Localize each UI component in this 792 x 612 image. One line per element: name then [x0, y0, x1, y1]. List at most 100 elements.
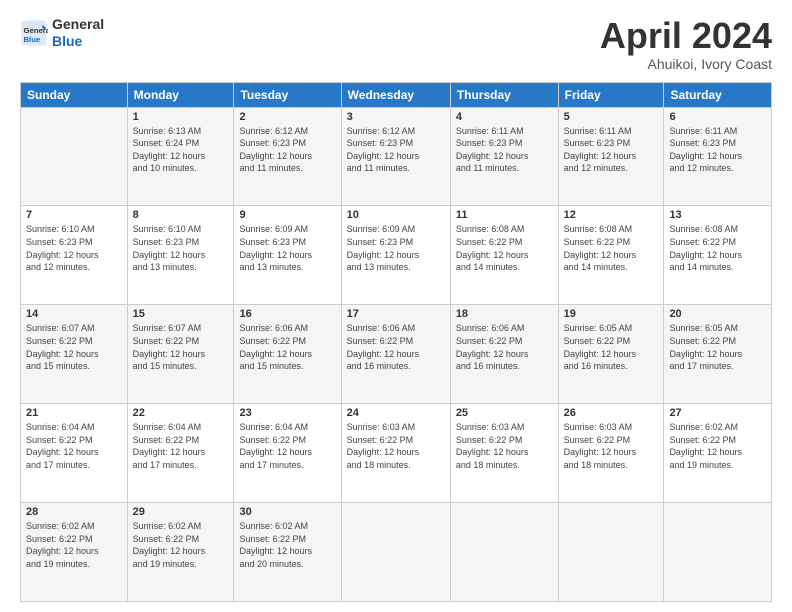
- calendar-cell: 16 Sunrise: 6:06 AMSunset: 6:22 PMDayligh…: [234, 305, 341, 404]
- day-info: Sunrise: 6:12 AMSunset: 6:23 PMDaylight:…: [347, 125, 445, 175]
- day-number: 12: [564, 209, 659, 221]
- day-info: Sunrise: 6:03 AMSunset: 6:22 PMDaylight:…: [564, 421, 659, 471]
- calendar-cell: 7Sunrise: 6:10 AMSunset: 6:23 PMDaylight…: [21, 206, 128, 305]
- weekday-header-cell: Tuesday: [234, 82, 341, 107]
- day-info: Sunrise: 6:04 AMSunset: 6:22 PMDaylight:…: [133, 421, 229, 471]
- weekday-header-cell: Saturday: [664, 82, 772, 107]
- day-number: 21: [26, 407, 122, 419]
- day-info: Sunrise: 6:13 AMSunset: 6:24 PMDaylight:…: [133, 125, 229, 175]
- logo: General Blue General Blue: [20, 16, 104, 50]
- day-number: 30: [239, 506, 335, 518]
- calendar-cell: 28Sunrise: 6:02 AMSunset: 6:22 PMDayligh…: [21, 503, 128, 602]
- day-number: 14: [26, 308, 122, 320]
- day-info: Sunrise: 6:03 AMSunset: 6:22 PMDaylight:…: [456, 421, 553, 471]
- calendar-cell: 23 Sunrise: 6:04 AMSunset: 6:22 PMDayligh…: [234, 404, 341, 503]
- day-info: Sunrise: 6:07 AMSunset: 6:22 PMDaylight:…: [133, 322, 229, 372]
- calendar-cell: 4Sunrise: 6:11 AMSunset: 6:23 PMDaylight…: [450, 107, 558, 206]
- calendar-cell: 6 Sunrise: 6:11 AMSunset: 6:23 PMDaylight…: [664, 107, 772, 206]
- calendar-week-row: 7Sunrise: 6:10 AMSunset: 6:23 PMDaylight…: [21, 206, 772, 305]
- calendar-body: 1 Sunrise: 6:13 AMSunset: 6:24 PMDaylight…: [21, 107, 772, 601]
- day-info: Sunrise: 6:04 AMSunset: 6:22 PMDaylight:…: [26, 421, 122, 471]
- calendar-cell: 20Sunrise: 6:05 AMSunset: 6:22 PMDayligh…: [664, 305, 772, 404]
- calendar-cell: 26 Sunrise: 6:03 AMSunset: 6:22 PMDayligh…: [558, 404, 664, 503]
- logo-general: General: [52, 16, 104, 33]
- day-number: 1: [133, 111, 229, 123]
- day-info: Sunrise: 6:02 AMSunset: 6:22 PMDaylight:…: [26, 520, 122, 570]
- day-info: Sunrise: 6:06 AMSunset: 6:22 PMDaylight:…: [239, 322, 335, 372]
- calendar-cell: [341, 503, 450, 602]
- calendar-table: SundayMondayTuesdayWednesdayThursdayFrid…: [20, 82, 772, 602]
- calendar-cell: [558, 503, 664, 602]
- day-number: 29: [133, 506, 229, 518]
- calendar-cell: 3Sunrise: 6:12 AMSunset: 6:23 PMDaylight…: [341, 107, 450, 206]
- logo-icon: General Blue: [20, 19, 48, 47]
- main-title: April 2024: [600, 16, 772, 56]
- day-number: 18: [456, 308, 553, 320]
- day-number: 19: [564, 308, 659, 320]
- calendar-week-row: 28Sunrise: 6:02 AMSunset: 6:22 PMDayligh…: [21, 503, 772, 602]
- calendar-cell: 14 Sunrise: 6:07 AMSunset: 6:22 PMDayligh…: [21, 305, 128, 404]
- day-number: 8: [133, 209, 229, 221]
- calendar-cell: 24Sunrise: 6:03 AMSunset: 6:22 PMDayligh…: [341, 404, 450, 503]
- calendar-cell: 25 Sunrise: 6:03 AMSunset: 6:22 PMDayligh…: [450, 404, 558, 503]
- day-info: Sunrise: 6:12 AMSunset: 6:23 PMDaylight:…: [239, 125, 335, 175]
- calendar-week-row: 1 Sunrise: 6:13 AMSunset: 6:24 PMDaylight…: [21, 107, 772, 206]
- day-info: Sunrise: 6:04 AMSunset: 6:22 PMDaylight:…: [239, 421, 335, 471]
- calendar-cell: 22 Sunrise: 6:04 AMSunset: 6:22 PMDayligh…: [127, 404, 234, 503]
- day-number: 22: [133, 407, 229, 419]
- calendar-cell: 2 Sunrise: 6:12 AMSunset: 6:23 PMDaylight…: [234, 107, 341, 206]
- day-number: 10: [347, 209, 445, 221]
- day-info: Sunrise: 6:02 AMSunset: 6:22 PMDaylight:…: [239, 520, 335, 570]
- calendar-cell: [21, 107, 128, 206]
- subtitle: Ahuikoi, Ivory Coast: [600, 56, 772, 72]
- day-number: 4: [456, 111, 553, 123]
- day-number: 17: [347, 308, 445, 320]
- day-number: 23: [239, 407, 335, 419]
- calendar-cell: 19 Sunrise: 6:05 AMSunset: 6:22 PMDayligh…: [558, 305, 664, 404]
- day-info: Sunrise: 6:11 AMSunset: 6:23 PMDaylight:…: [564, 125, 659, 175]
- day-number: 25: [456, 407, 553, 419]
- calendar-cell: 15 Sunrise: 6:07 AMSunset: 6:22 PMDayligh…: [127, 305, 234, 404]
- weekday-header-cell: Monday: [127, 82, 234, 107]
- day-number: 27: [669, 407, 766, 419]
- day-info: Sunrise: 6:08 AMSunset: 6:22 PMDaylight:…: [669, 223, 766, 273]
- calendar-week-row: 14 Sunrise: 6:07 AMSunset: 6:22 PMDayligh…: [21, 305, 772, 404]
- calendar-cell: 5Sunrise: 6:11 AMSunset: 6:23 PMDaylight…: [558, 107, 664, 206]
- day-number: 7: [26, 209, 122, 221]
- day-number: 2: [239, 111, 335, 123]
- logo-blue: Blue: [52, 33, 104, 50]
- page: General Blue General Blue April 2024 Ahu…: [0, 0, 792, 612]
- day-info: Sunrise: 6:02 AMSunset: 6:22 PMDaylight:…: [133, 520, 229, 570]
- calendar-cell: 18 Sunrise: 6:06 AMSunset: 6:22 PMDayligh…: [450, 305, 558, 404]
- day-number: 26: [564, 407, 659, 419]
- day-info: Sunrise: 6:11 AMSunset: 6:23 PMDaylight:…: [669, 125, 766, 175]
- weekday-header-cell: Wednesday: [341, 82, 450, 107]
- weekday-header-cell: Thursday: [450, 82, 558, 107]
- day-number: 9: [239, 209, 335, 221]
- day-info: Sunrise: 6:07 AMSunset: 6:22 PMDaylight:…: [26, 322, 122, 372]
- calendar-cell: 29 Sunrise: 6:02 AMSunset: 6:22 PMDayligh…: [127, 503, 234, 602]
- day-number: 6: [669, 111, 766, 123]
- calendar-cell: 9Sunrise: 6:09 AMSunset: 6:23 PMDaylight…: [234, 206, 341, 305]
- day-number: 20: [669, 308, 766, 320]
- weekday-header-cell: Friday: [558, 82, 664, 107]
- day-info: Sunrise: 6:06 AMSunset: 6:22 PMDaylight:…: [456, 322, 553, 372]
- calendar-cell: 11Sunrise: 6:08 AMSunset: 6:22 PMDayligh…: [450, 206, 558, 305]
- day-info: Sunrise: 6:08 AMSunset: 6:22 PMDaylight:…: [456, 223, 553, 273]
- calendar-week-row: 21 Sunrise: 6:04 AMSunset: 6:22 PMDayligh…: [21, 404, 772, 503]
- calendar-cell: 8Sunrise: 6:10 AMSunset: 6:23 PMDaylight…: [127, 206, 234, 305]
- day-number: 13: [669, 209, 766, 221]
- calendar-cell: 12 Sunrise: 6:08 AMSunset: 6:22 PMDayligh…: [558, 206, 664, 305]
- day-info: Sunrise: 6:09 AMSunset: 6:23 PMDaylight:…: [347, 223, 445, 273]
- day-number: 15: [133, 308, 229, 320]
- calendar-cell: [450, 503, 558, 602]
- day-info: Sunrise: 6:08 AMSunset: 6:22 PMDaylight:…: [564, 223, 659, 273]
- calendar-cell: 10 Sunrise: 6:09 AMSunset: 6:23 PMDayligh…: [341, 206, 450, 305]
- day-number: 24: [347, 407, 445, 419]
- calendar-cell: 27 Sunrise: 6:02 AMSunset: 6:22 PMDayligh…: [664, 404, 772, 503]
- day-info: Sunrise: 6:05 AMSunset: 6:22 PMDaylight:…: [564, 322, 659, 372]
- calendar-cell: 1 Sunrise: 6:13 AMSunset: 6:24 PMDaylight…: [127, 107, 234, 206]
- day-info: Sunrise: 6:02 AMSunset: 6:22 PMDaylight:…: [669, 421, 766, 471]
- calendar-cell: [664, 503, 772, 602]
- day-number: 16: [239, 308, 335, 320]
